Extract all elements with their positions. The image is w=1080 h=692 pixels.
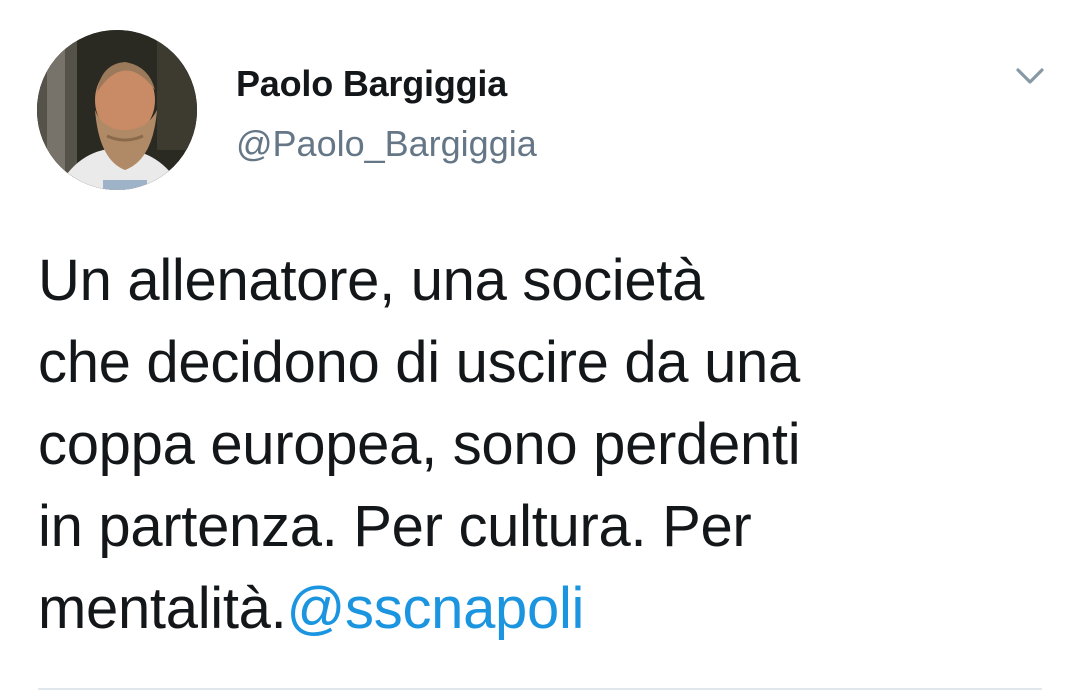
avatar[interactable] xyxy=(37,30,197,190)
divider xyxy=(38,688,1042,690)
user-handle[interactable]: @Paolo_Bargiggia xyxy=(236,122,537,166)
display-name[interactable]: Paolo Bargiggia xyxy=(236,60,537,108)
tweet-text-fragment: mentalità. xyxy=(38,576,287,641)
tweet-text: Un allenatore, una società che decidono … xyxy=(38,240,938,650)
author-info: Paolo Bargiggia @Paolo_Bargiggia xyxy=(236,60,537,166)
tweet-card: Paolo Bargiggia @Paolo_Bargiggia Un alle… xyxy=(0,0,1080,692)
mention-link[interactable]: @sscnapoli xyxy=(286,576,584,641)
tweet-text-line: in partenza. Per cultura. Per xyxy=(38,494,752,559)
tweet-text-line-last: mentalità.@sscnapoli xyxy=(38,568,938,650)
tweet-text-line: che decidono di uscire da una xyxy=(38,330,800,395)
tweet-text-line: coppa europea, sono perdenti xyxy=(38,412,801,477)
avatar-photo xyxy=(37,30,197,190)
tweet-text-line: Un allenatore, una società xyxy=(38,248,705,313)
chevron-down-icon[interactable] xyxy=(1010,58,1050,94)
